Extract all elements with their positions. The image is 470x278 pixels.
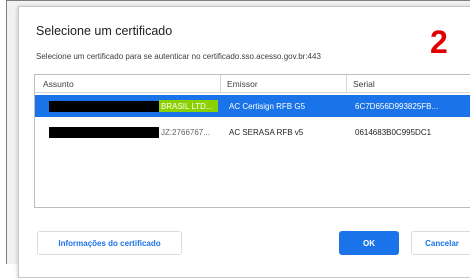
column-separator[interactable] bbox=[220, 75, 221, 92]
dialog-title: Selecione um certificado bbox=[36, 24, 173, 38]
cell-serial: 0614683B0C995DC1 bbox=[355, 128, 432, 137]
table-row-selected[interactable]: BRASIL LTD... AC Certisign RFB G5 6C7D65… bbox=[35, 95, 470, 117]
cell-subject: JZ:2766767... bbox=[161, 128, 210, 137]
dialog-subtitle: Selecione um certificado para se autenti… bbox=[36, 52, 321, 61]
cell-issuer: AC SERASA RFB v5 bbox=[229, 128, 304, 137]
column-header-subject[interactable]: Assunto bbox=[43, 79, 74, 89]
certificate-info-button[interactable]: Informações do certificado bbox=[37, 231, 182, 255]
column-header-issuer[interactable]: Emissor bbox=[227, 79, 258, 89]
cell-issuer: AC Certisign RFB G5 bbox=[229, 102, 306, 111]
cancel-button[interactable]: Cancelar bbox=[411, 231, 470, 255]
redaction-bar bbox=[49, 127, 159, 138]
redaction-bar bbox=[49, 101, 159, 112]
cell-subject: BRASIL LTD... bbox=[161, 102, 213, 111]
column-separator[interactable] bbox=[346, 75, 347, 92]
ok-button[interactable]: OK bbox=[339, 231, 399, 255]
table-row[interactable]: JZ:2766767... AC SERASA RFB v5 0614683B0… bbox=[35, 121, 470, 143]
step-number-annotation: 2 bbox=[430, 24, 448, 60]
column-header-serial[interactable]: Serial bbox=[353, 79, 375, 89]
certificate-table: Assunto Emissor Serial BRASIL LTD... AC … bbox=[34, 74, 470, 208]
cell-serial: 6C7D656D993825FB... bbox=[355, 102, 439, 111]
table-header: Assunto Emissor Serial bbox=[35, 75, 470, 93]
